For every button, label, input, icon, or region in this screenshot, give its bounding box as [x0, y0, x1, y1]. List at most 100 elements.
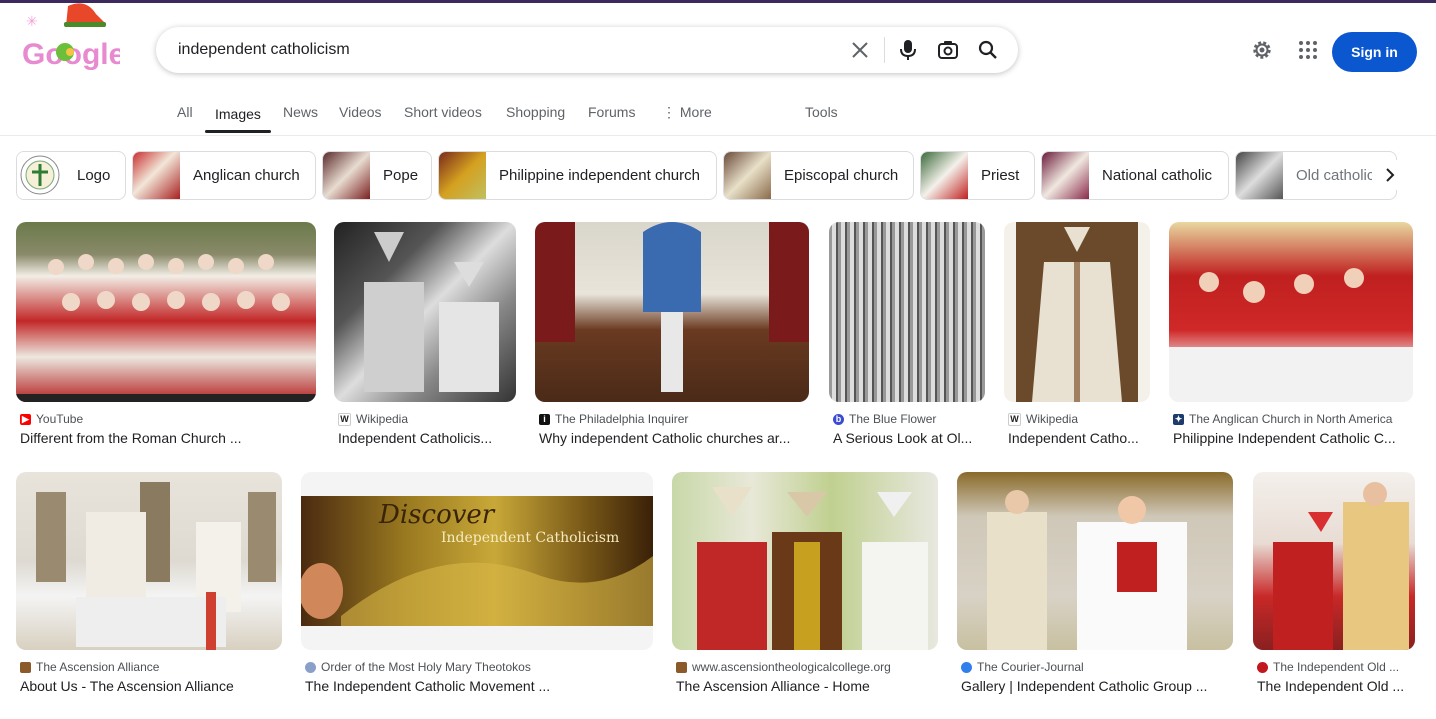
chip-thumbnail	[439, 152, 486, 199]
chip-thumbnail	[323, 152, 370, 199]
result-title[interactable]: The Ascension Alliance - Home	[676, 678, 938, 694]
acna-favicon-icon: ✦	[1173, 413, 1184, 425]
clear-icon[interactable]	[848, 38, 872, 62]
result-title[interactable]: Gallery | Independent Catholic Group ...	[961, 678, 1233, 694]
chip-label: Logo	[77, 167, 111, 184]
result-source[interactable]: The Courier-Journal	[961, 660, 1084, 674]
chip-label: Anglican church	[193, 167, 300, 184]
ascension-alliance-favicon-icon	[20, 661, 31, 673]
microphone-icon[interactable]	[896, 38, 920, 62]
independent-old-favicon-icon	[1257, 661, 1268, 673]
settings-gear-icon[interactable]	[1250, 38, 1274, 62]
search-box[interactable]: independent catholicism	[156, 27, 1018, 73]
result-image[interactable]	[1169, 222, 1413, 402]
result-source[interactable]: ▶ YouTube	[20, 412, 83, 426]
wikipedia-favicon-icon: W	[338, 412, 351, 426]
chip-thumbnail	[1236, 152, 1283, 199]
result-source[interactable]: W Wikipedia	[1008, 412, 1078, 426]
chip-thumbnail	[724, 152, 771, 199]
result-title[interactable]: The Independent Old ...	[1257, 678, 1415, 694]
result-title[interactable]: The Independent Catholic Movement ...	[305, 678, 653, 694]
google-doodle-logo[interactable]: ✳ ✦ Google	[20, 0, 144, 72]
theotokos-favicon-icon	[305, 661, 316, 673]
youtube-favicon-icon: ▶	[20, 413, 31, 425]
result-source[interactable]: W Wikipedia	[338, 412, 408, 426]
image-result[interactable]: ▶ YouTube Different from the Roman Church…	[16, 222, 316, 452]
chip-label: Priest	[981, 167, 1020, 184]
result-title[interactable]: About Us - The Ascension Alliance	[20, 678, 282, 694]
chip-priest[interactable]: Priest	[920, 151, 1035, 200]
chip-anglican-church[interactable]: Anglican church	[132, 151, 316, 200]
chip-episcopal-church[interactable]: Episcopal church	[723, 151, 914, 200]
result-source[interactable]: www.ascensiontheologicalcollege.org	[676, 660, 891, 674]
result-image[interactable]: Discover Independent Catholicism	[301, 472, 653, 650]
chip-national-catholic[interactable]: National catholic	[1041, 151, 1229, 200]
result-source[interactable]: The Ascension Alliance	[20, 660, 159, 674]
chip-label: Philippine independent church	[499, 167, 700, 184]
image-result[interactable]: Discover Independent Catholicism Order o…	[301, 472, 653, 702]
tab-more[interactable]: ⋮ More	[662, 104, 712, 121]
result-title[interactable]: Different from the Roman Church ...	[20, 430, 316, 446]
result-source[interactable]: The Independent Old ...	[1257, 660, 1399, 674]
tab-videos[interactable]: Videos	[339, 104, 382, 120]
source-name: The Ascension Alliance	[36, 660, 160, 674]
top-border	[0, 0, 1436, 3]
result-title[interactable]: A Serious Look at Ol...	[833, 430, 985, 446]
tab-forums[interactable]: Forums	[588, 104, 635, 120]
result-source[interactable]: ✦ The Anglican Church in North America	[1173, 412, 1392, 426]
search-input[interactable]: independent catholicism	[178, 41, 350, 59]
source-name: Order of the Most Holy Mary Theotokos	[321, 660, 531, 674]
image-result[interactable]: The Courier-Journal Gallery | Independen…	[957, 472, 1233, 702]
chips-next-chevron-icon[interactable]	[1372, 160, 1408, 190]
result-source[interactable]: Order of the Most Holy Mary Theotokos	[305, 660, 531, 674]
image-result[interactable]: W Wikipedia Independent Catho...	[1004, 222, 1150, 452]
result-title[interactable]: Philippine Independent Catholic C...	[1173, 430, 1413, 446]
source-name: Wikipedia	[356, 412, 409, 426]
image-result[interactable]: www.ascensiontheologicalcollege.org The …	[672, 472, 938, 702]
lens-camera-icon[interactable]	[936, 38, 960, 62]
chip-label: National catholic	[1102, 167, 1213, 184]
source-name: The Independent Old ...	[1273, 660, 1400, 674]
tab-all[interactable]: All	[177, 104, 193, 120]
image-result[interactable]: The Independent Old ... The Independent …	[1253, 472, 1415, 702]
image-result[interactable]: b The Blue Flower A Serious Look at Ol...	[829, 222, 985, 452]
result-image[interactable]	[957, 472, 1233, 650]
image-result[interactable]: i The Philadelphia Inquirer Why independe…	[535, 222, 809, 452]
result-title[interactable]: Independent Catho...	[1008, 430, 1150, 446]
result-source[interactable]: b The Blue Flower	[833, 412, 936, 426]
image-result[interactable]: ✦ The Anglican Church in North America Ph…	[1169, 222, 1413, 452]
search-icon[interactable]	[976, 38, 1000, 62]
more-vertical-dots-icon: ⋮	[662, 104, 680, 120]
chip-pope[interactable]: Pope	[322, 151, 432, 200]
result-image[interactable]	[16, 222, 316, 402]
chip-thumbnail	[921, 152, 968, 199]
tab-news[interactable]: News	[283, 104, 318, 120]
result-source[interactable]: i The Philadelphia Inquirer	[539, 412, 688, 426]
tab-short-videos[interactable]: Short videos	[404, 104, 482, 120]
discover-text: Discover	[379, 500, 495, 530]
blue-flower-favicon-icon: b	[833, 413, 844, 425]
tabs-divider	[0, 135, 1436, 136]
result-image[interactable]	[829, 222, 985, 402]
search-divider	[884, 37, 885, 63]
result-image[interactable]	[1004, 222, 1150, 402]
sign-in-button[interactable]: Sign in	[1332, 32, 1417, 72]
tab-images[interactable]: Images	[215, 106, 261, 122]
chip-logo[interactable]: Logo	[16, 151, 126, 200]
tab-more-label: More	[679, 104, 712, 120]
result-title[interactable]: Independent Catholicis...	[338, 430, 516, 446]
chip-label: Old catholic	[1296, 167, 1375, 184]
result-title[interactable]: Why independent Catholic churches ar...	[539, 430, 809, 446]
result-image[interactable]	[334, 222, 516, 402]
apps-grid-icon[interactable]	[1296, 38, 1320, 62]
chip-thumbnail	[1042, 152, 1089, 199]
result-image[interactable]	[672, 472, 938, 650]
tools-button[interactable]: Tools	[805, 104, 838, 120]
image-result[interactable]: W Wikipedia Independent Catholicis...	[334, 222, 516, 452]
tab-shopping[interactable]: Shopping	[506, 104, 565, 120]
result-image[interactable]	[1253, 472, 1415, 650]
image-result[interactable]: The Ascension Alliance About Us - The As…	[16, 472, 282, 702]
result-image[interactable]	[535, 222, 809, 402]
result-image[interactable]	[16, 472, 282, 650]
chip-philippine-independent-church[interactable]: Philippine independent church	[438, 151, 717, 200]
